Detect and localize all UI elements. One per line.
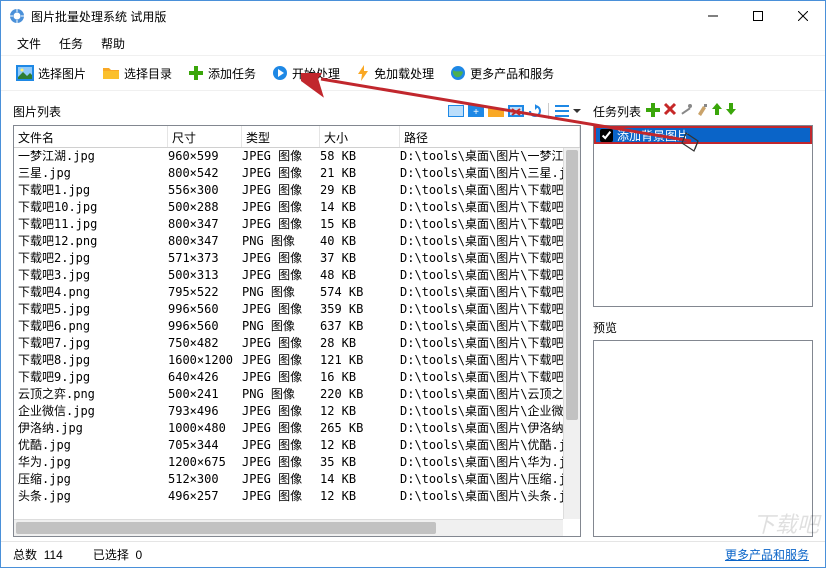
col-size[interactable]: 尺寸 — [168, 126, 242, 147]
btn-select-folder[interactable]: 选择目录 — [97, 62, 177, 85]
more-products-link[interactable]: 更多产品和服务 — [725, 546, 809, 563]
table-row[interactable]: 下载吧10.jpg500×288JPEG 图像14 KBD:\tools\桌面\… — [14, 199, 580, 216]
add-folder-icon[interactable] — [488, 105, 504, 117]
remove-icon[interactable] — [508, 105, 524, 117]
play-icon — [272, 65, 288, 81]
list-headers: 文件名 尺寸 类型 大小 路径 — [14, 126, 580, 148]
status-total: 总数 114 — [13, 546, 63, 563]
table-row[interactable]: 企业微信.jpg793×496JPEG 图像12 KBD:\tools\桌面\图… — [14, 403, 580, 420]
table-row[interactable]: 三星.jpg800×542JPEG 图像21 KBD:\tools\桌面\图片\… — [14, 165, 580, 182]
table-row[interactable]: 华为.jpg1200×675JPEG 图像35 KBD:\tools\桌面\图片… — [14, 454, 580, 471]
globe-icon — [450, 65, 466, 81]
table-row[interactable]: 头条.jpg496×257JPEG 图像12 KBD:\tools\桌面\图片\… — [14, 488, 580, 505]
image-list-title: 图片列表 — [13, 103, 61, 120]
table-row[interactable]: 优酷.jpg705×344JPEG 图像12 KBD:\tools\桌面\图片\… — [14, 437, 580, 454]
col-name[interactable]: 文件名 — [14, 126, 168, 147]
window-title: 图片批量处理系统 试用版 — [31, 8, 166, 25]
menu-help[interactable]: 帮助 — [101, 35, 125, 52]
btn-start-process[interactable]: 开始处理 — [267, 62, 345, 85]
toolbar: 选择图片 选择目录 添加任务 开始处理 免加载处理 更多产品和服务 — [1, 55, 825, 91]
titlebar: 图片批量处理系统 试用版 — [1, 1, 825, 31]
rotate-icon[interactable] — [528, 104, 542, 118]
table-row[interactable]: 下载吧11.jpg800×347JPEG 图像15 KBD:\tools\桌面\… — [14, 216, 580, 233]
table-row[interactable]: 下载吧3.jpg500×313JPEG 图像48 KBD:\tools\桌面\图… — [14, 267, 580, 284]
image-icon — [16, 65, 34, 81]
table-row[interactable]: 一梦江湖.jpg960×599JPEG 图像58 KBD:\tools\桌面\图… — [14, 148, 580, 165]
table-row[interactable]: 下载吧5.jpg996×560JPEG 图像359 KBD:\tools\桌面\… — [14, 301, 580, 318]
list-view-icon[interactable] — [555, 105, 569, 117]
plus-icon — [188, 65, 204, 81]
dropdown-icon[interactable] — [573, 105, 581, 117]
btn-select-images[interactable]: 选择图片 — [11, 62, 91, 85]
thumb-view-icon[interactable] — [448, 105, 464, 117]
task-item-selected[interactable]: 添加背景图片 — [594, 126, 812, 144]
menu-task[interactable]: 任务 — [59, 35, 83, 52]
app-icon — [9, 8, 25, 24]
maximize-button[interactable] — [735, 1, 780, 31]
col-type[interactable]: 类型 — [242, 126, 320, 147]
minimize-button[interactable] — [690, 1, 735, 31]
folder-icon — [102, 65, 120, 81]
table-row[interactable]: 下载吧8.jpg1600×1200JPEG 图像121 KBD:\tools\桌… — [14, 352, 580, 369]
table-row[interactable]: 下载吧9.jpg640×426JPEG 图像16 KBD:\tools\桌面\图… — [14, 369, 580, 386]
left-iconbar: + — [448, 103, 581, 119]
table-row[interactable]: 伊洛纳.jpg1000×480JPEG 图像265 KBD:\tools\桌面\… — [14, 420, 580, 437]
task-moveup-icon[interactable] — [711, 102, 723, 121]
close-button[interactable] — [780, 1, 825, 31]
menu-file[interactable]: 文件 — [17, 35, 41, 52]
image-list[interactable]: 文件名 尺寸 类型 大小 路径 一梦江湖.jpg960×599JPEG 图像58… — [13, 125, 581, 537]
status-bar: 总数 114 已选择 0 — [1, 541, 825, 567]
table-row[interactable]: 下载吧6.png996×560PNG 图像637 KBD:\tools\桌面\图… — [14, 318, 580, 335]
col-path[interactable]: 路径 — [400, 126, 580, 147]
task-clear-icon[interactable] — [695, 102, 709, 121]
add-image-icon[interactable]: + — [468, 105, 484, 117]
menubar: 文件 任务 帮助 — [1, 31, 825, 55]
col-filesize[interactable]: 大小 — [320, 126, 400, 147]
table-row[interactable]: 下载吧7.jpg750×482JPEG 图像28 KBD:\tools\桌面\图… — [14, 335, 580, 352]
preview-panel — [593, 340, 813, 537]
bolt-icon — [356, 65, 370, 81]
task-add-icon[interactable] — [645, 102, 661, 121]
horizontal-scrollbar[interactable] — [14, 519, 563, 536]
status-selected: 已选择 0 — [93, 546, 142, 563]
btn-add-task[interactable]: 添加任务 — [183, 62, 261, 85]
table-row[interactable]: 下载吧12.png800×347PNG 图像40 KBD:\tools\桌面\图… — [14, 233, 580, 250]
task-checkbox[interactable] — [600, 129, 613, 142]
btn-more-products[interactable]: 更多产品和服务 — [445, 62, 559, 85]
task-movedown-icon[interactable] — [725, 102, 737, 121]
preview-label: 预览 — [593, 319, 813, 336]
btn-fast-process[interactable]: 免加载处理 — [351, 62, 439, 85]
table-row[interactable]: 下载吧4.png795×522PNG 图像574 KBD:\tools\桌面\图… — [14, 284, 580, 301]
task-delete-icon[interactable] — [663, 102, 677, 121]
task-item-label: 添加背景图片 — [617, 127, 689, 144]
svg-text:+: + — [473, 107, 479, 117]
task-list-title: 任务列表 — [593, 103, 641, 120]
table-row[interactable]: 下载吧1.jpg556×300JPEG 图像29 KBD:\tools\桌面\图… — [14, 182, 580, 199]
table-row[interactable]: 云顶之弈.png500×241PNG 图像220 KBD:\tools\桌面\图… — [14, 386, 580, 403]
separator — [548, 103, 549, 119]
vertical-scrollbar[interactable] — [563, 148, 580, 519]
task-list[interactable]: 添加背景图片 — [593, 125, 813, 307]
table-row[interactable]: 下载吧2.jpg571×373JPEG 图像37 KBD:\tools\桌面\图… — [14, 250, 580, 267]
table-row[interactable]: 压缩.jpg512×300JPEG 图像14 KBD:\tools\桌面\图片\… — [14, 471, 580, 488]
task-settings-icon[interactable] — [679, 102, 693, 121]
